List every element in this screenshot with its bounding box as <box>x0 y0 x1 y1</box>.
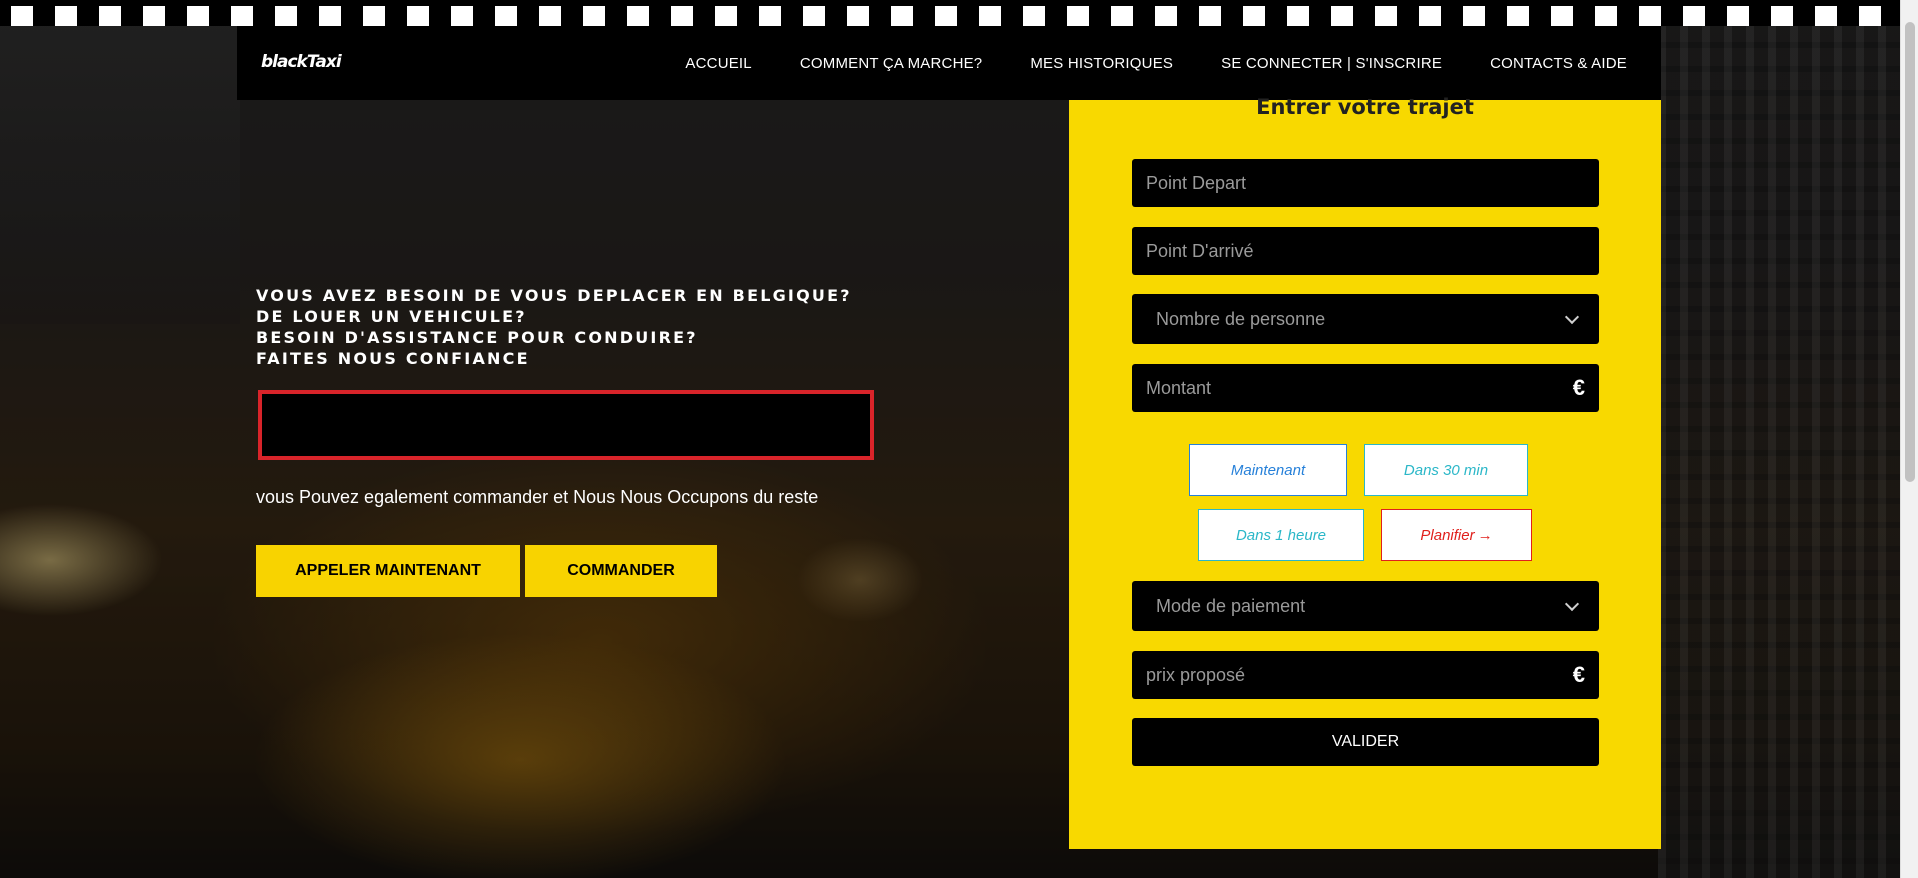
departure-input[interactable]: Point Depart <box>1132 159 1599 207</box>
time-plan-button[interactable]: Planifier → <box>1381 509 1532 561</box>
site-header: blackTaxi ACCUEIL COMMENT ÇA MARCHE? MES… <box>237 26 1661 100</box>
payment-select[interactable]: Mode de paiement <box>1132 581 1599 631</box>
nav-item-accueil[interactable]: ACCUEIL <box>685 55 751 72</box>
hero-line: BESOIN D'ASSISTANCE POUR CONDUIRE? <box>256 328 698 347</box>
nav-item-connexion[interactable]: SE CONNECTER | S'INSCRIRE <box>1221 55 1442 72</box>
hero-line: DE LOUER UN VEHICULE? <box>256 307 527 326</box>
hero-subtitle: vous Pouvez egalement commander et Nous … <box>256 487 819 507</box>
validate-button[interactable]: VALIDER <box>1132 718 1599 766</box>
arrival-input[interactable]: Point D'arrivé <box>1132 227 1599 275</box>
hero-heading: VOUS AVEZ BESOIN DE VOUS DEPLACER EN BEL… <box>256 285 852 369</box>
people-select[interactable]: Nombre de personne <box>1132 294 1599 344</box>
call-now-button[interactable]: APPELER MAINTENANT <box>256 545 520 597</box>
page-scrollbar[interactable] <box>1900 0 1918 878</box>
departure-placeholder: Point Depart <box>1146 172 1247 193</box>
nav-item-contacts[interactable]: CONTACTS & AIDE <box>1490 55 1627 72</box>
nav-item-comment-ca-marche[interactable]: COMMENT ÇA MARCHE? <box>800 55 983 72</box>
time-now-button[interactable]: Maintenant <box>1189 444 1347 496</box>
amount-input[interactable]: Montant € <box>1132 364 1599 412</box>
page: blackTaxi ACCUEIL COMMENT ÇA MARCHE? MES… <box>0 0 1918 878</box>
payment-select-value: Mode de paiement <box>1156 595 1306 616</box>
people-select-value: Nombre de personne <box>1156 308 1326 329</box>
arrow-right-icon: → <box>1477 526 1493 544</box>
proposed-price-placeholder: prix proposé <box>1146 664 1246 685</box>
plan-label: Planifier <box>1420 526 1475 544</box>
euro-icon: € <box>1572 375 1585 400</box>
order-button[interactable]: COMMANDER <box>525 545 717 597</box>
hero-highlight-box <box>258 390 874 460</box>
arrival-placeholder: Point D'arrivé <box>1146 240 1254 261</box>
chevron-down-icon <box>1564 596 1580 612</box>
chevron-down-icon <box>1564 309 1580 325</box>
euro-icon: € <box>1572 662 1585 687</box>
proposed-price-input[interactable]: prix proposé € <box>1132 651 1599 699</box>
hero-line: VOUS AVEZ BESOIN DE VOUS DEPLACER EN BEL… <box>256 286 852 305</box>
nav-item-historiques[interactable]: MES HISTORIQUES <box>1030 55 1173 72</box>
scrollbar-thumb[interactable] <box>1905 22 1915 482</box>
time-1h-button[interactable]: Dans 1 heure <box>1198 509 1364 561</box>
form-title: Entrer votre trajet <box>1256 95 1474 119</box>
hero-line: FAITES NOUS CONFIANCE <box>256 349 530 368</box>
site-logo[interactable]: blackTaxi <box>261 52 342 72</box>
amount-placeholder: Montant <box>1146 377 1212 398</box>
checker-strip <box>0 0 1918 26</box>
main-nav: ACCUEIL COMMENT ÇA MARCHE? MES HISTORIQU… <box>685 26 1627 100</box>
time-30min-button[interactable]: Dans 30 min <box>1364 444 1528 496</box>
